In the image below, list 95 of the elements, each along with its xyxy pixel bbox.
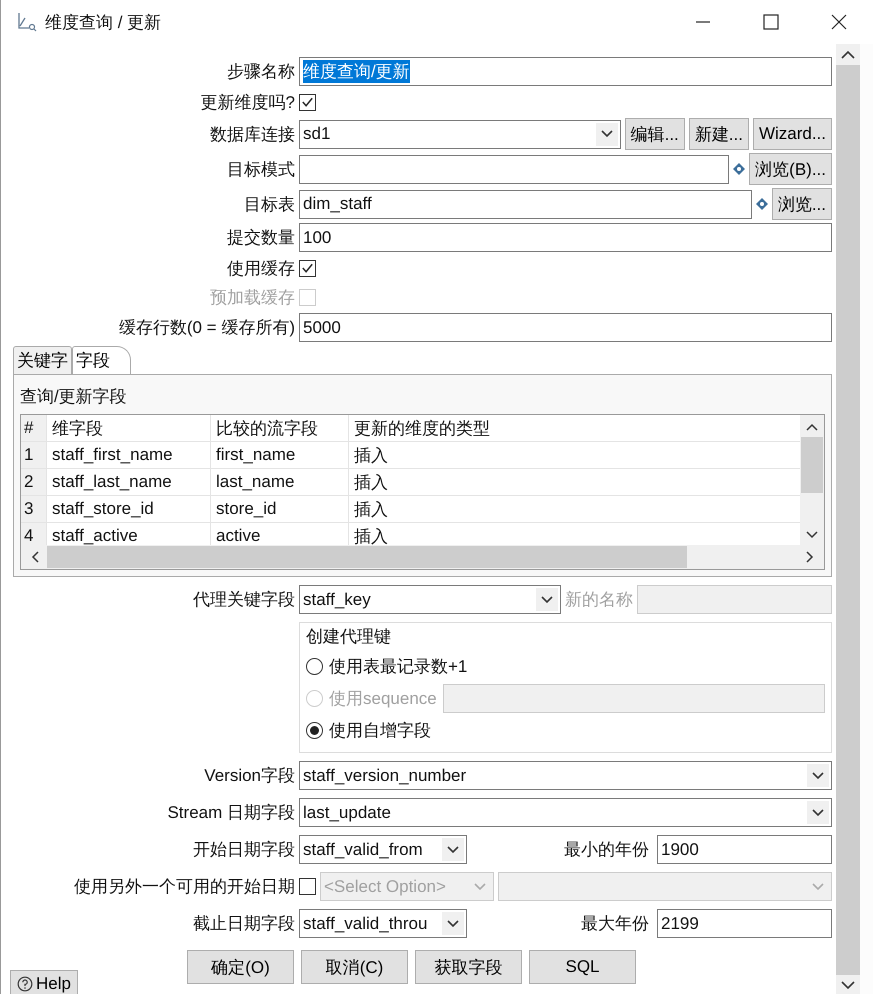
scroll-left-icon[interactable]	[31, 551, 39, 563]
table-cell: store_id	[211, 496, 349, 522]
close-icon	[831, 14, 847, 30]
row-number: 1	[21, 442, 47, 468]
radio-label: 使用sequence	[329, 688, 437, 710]
caret-icon	[541, 596, 553, 604]
browse-button[interactable]: 浏览(B)...	[749, 153, 832, 185]
field-label: 更新维度吗?	[200, 92, 295, 114]
help-button[interactable]: Help	[10, 970, 78, 994]
field-label: 使用缓存	[226, 258, 295, 280]
text-field[interactable]: 2199	[657, 909, 832, 938]
radio-label: 使用自增字段	[329, 720, 431, 742]
caret-icon	[812, 808, 824, 816]
checkbox[interactable]	[299, 94, 316, 110]
action-button[interactable]: 新建...	[688, 118, 749, 150]
column-header: #	[21, 415, 47, 441]
column-header: 更新的维度的类型	[353, 418, 491, 440]
table-cell: first_name	[211, 442, 349, 468]
row-number: 2	[21, 469, 47, 495]
tab[interactable]: 关键字	[13, 346, 72, 374]
field-label: 缓存行数(0 = 缓存所有)	[118, 317, 295, 339]
column-header: 比较的流字段	[211, 415, 349, 441]
field-label: 预加载缓存	[209, 286, 295, 308]
dropdown[interactable]: staff_valid_throu	[299, 909, 467, 938]
text-field[interactable]	[299, 154, 730, 184]
field-label: 最小的年份	[563, 839, 650, 861]
table-cell: staff_store_id	[47, 496, 211, 522]
radio-button[interactable]	[306, 722, 323, 738]
table-cell: last_name	[211, 469, 349, 495]
scroll-right-icon[interactable]	[806, 551, 814, 563]
dropdown[interactable]: sd1	[299, 120, 621, 148]
field-label: 开始日期字段	[192, 839, 295, 861]
field-label: 目标模式	[226, 158, 295, 180]
group-title: 创建代理键	[306, 626, 392, 648]
table-cell-text: 插入	[353, 498, 389, 520]
row-number: 3	[21, 496, 47, 522]
help-icon	[17, 976, 33, 992]
tab[interactable]: 字段	[72, 346, 131, 374]
checkbox[interactable]	[299, 260, 316, 276]
scrollbar[interactable]	[800, 415, 824, 545]
text-field[interactable]: 维度查询/更新	[299, 57, 832, 86]
maximize-icon	[763, 14, 779, 30]
row-number: 4	[21, 523, 47, 545]
radio-button[interactable]	[306, 658, 323, 674]
field-label: 数据库连接	[209, 124, 295, 146]
dialog-button[interactable]: 取消(C)	[301, 950, 408, 984]
scrollbar[interactable]	[21, 545, 824, 569]
field-label: 目标表	[243, 194, 295, 216]
radio-label: 使用表最记录数+1	[329, 656, 468, 678]
variable-icon	[756, 198, 768, 210]
minimize-icon	[695, 21, 711, 23]
caret-icon	[600, 130, 613, 138]
dialog-button[interactable]: 获取字段	[415, 950, 522, 984]
field-label: Version字段	[203, 765, 295, 787]
caret-icon	[447, 920, 459, 928]
dialog-button[interactable]: 确定(O)	[187, 950, 294, 984]
browse-button[interactable]: 浏览...	[772, 188, 832, 220]
field-label: 新的名称	[565, 589, 633, 611]
dropdown[interactable]: staff_version_number	[299, 761, 832, 790]
caret-icon	[447, 846, 459, 854]
table-cell-text: 插入	[353, 526, 389, 545]
action-button[interactable]: 编辑...	[624, 118, 685, 150]
scroll-up-icon[interactable]	[841, 50, 855, 59]
field-label: 最大年份	[580, 913, 650, 935]
column-header: 维字段	[47, 415, 211, 441]
text-field[interactable]: 5000	[299, 313, 832, 342]
dropdown[interactable]: last_update	[299, 798, 832, 827]
table-cell-text: 插入	[353, 472, 389, 494]
caret-icon	[812, 772, 824, 780]
table-cell: staff_last_name	[47, 469, 211, 495]
text-field[interactable]: 100	[299, 223, 832, 252]
chart-icon	[17, 12, 39, 32]
field-label: 使用另外一个可用的开始日期	[73, 876, 295, 898]
scroll-down-icon[interactable]	[806, 531, 818, 539]
dropdown[interactable]: staff_key	[299, 585, 561, 614]
variable-icon	[733, 163, 746, 175]
text-field[interactable]: dim_staff	[299, 190, 752, 218]
caret-icon	[474, 882, 486, 890]
field-label: 步骤名称	[226, 61, 295, 83]
table-cell: staff_first_name	[47, 442, 211, 468]
field-label: 截止日期字段	[192, 913, 295, 935]
window-title: 维度查询 / 更新	[45, 12, 162, 34]
field-label: 代理关键字段	[192, 589, 295, 611]
field-label: Stream 日期字段	[166, 802, 295, 824]
text-field[interactable]: 1900	[657, 835, 832, 864]
scroll-down-icon[interactable]	[841, 981, 855, 990]
dialog-button[interactable]: SQL	[529, 950, 636, 984]
scrollbar[interactable]	[836, 44, 860, 994]
table-cell-text: 插入	[353, 444, 389, 466]
scroll-up-icon[interactable]	[806, 423, 818, 431]
action-button[interactable]: Wizard...	[752, 118, 832, 150]
section-title: 查询/更新字段	[20, 386, 128, 408]
field-label: 提交数量	[226, 227, 295, 249]
caret-icon	[812, 882, 824, 890]
dropdown[interactable]: staff_valid_from	[299, 835, 467, 864]
